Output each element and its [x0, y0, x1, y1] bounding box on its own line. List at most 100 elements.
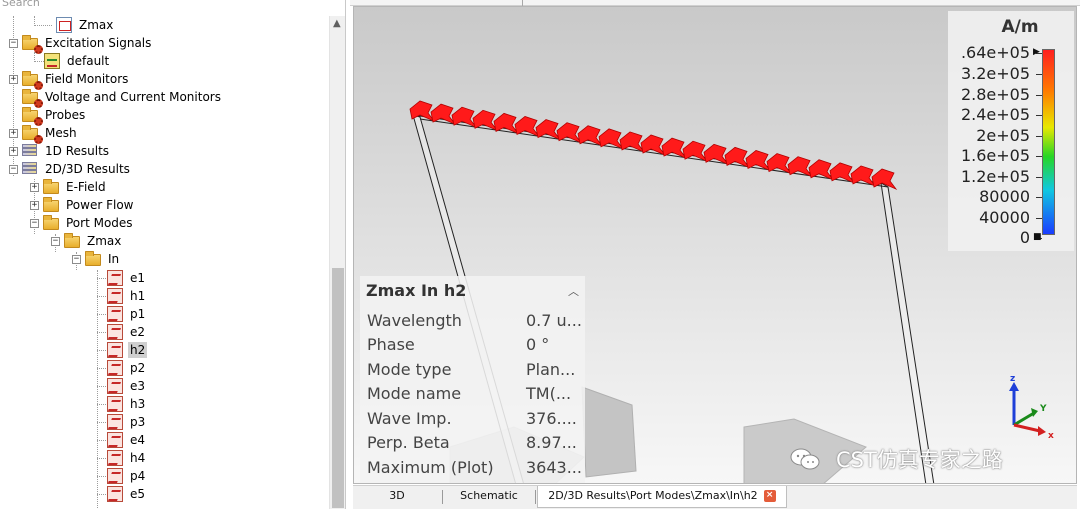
tree-item-e-field[interactable]: E-Field: [43, 178, 108, 196]
collapse-chevron-icon[interactable]: ︿: [568, 283, 579, 299]
folder-icon: [43, 179, 61, 195]
legend-tick: 1.2e+05: [960, 167, 1030, 186]
tree-item-excitation-signals[interactable]: Excitation Signals: [22, 34, 153, 54]
collapse-toggle[interactable]: −: [72, 255, 81, 264]
result-info-panel[interactable]: Zmax In h2 ︿ Wavelength 0.7 u... Phase 0…: [360, 276, 585, 483]
port-mode-icon: [107, 414, 125, 430]
collapse-toggle[interactable]: −: [9, 39, 18, 48]
tree-item-mode[interactable]: h3: [107, 395, 147, 413]
folder-icon: [43, 197, 61, 213]
tab-schematic[interactable]: Schematic: [445, 486, 533, 508]
close-tab-icon[interactable]: ×: [763, 490, 776, 502]
tree-item-port-modes[interactable]: Port Modes: [43, 214, 135, 232]
legend-tick: 80000: [979, 187, 1030, 206]
3d-viewport[interactable]: A/m .64e+05 3.2e+05 2.8e+05 2.4e+05 2e+0…: [353, 6, 1077, 484]
tree-item-mode[interactable]: e1: [107, 269, 147, 287]
field-arrow: [598, 128, 625, 150]
tree-item-1d-results[interactable]: 1D Results: [22, 142, 111, 160]
color-legend[interactable]: A/m .64e+05 3.2e+05 2.8e+05 2.4e+05 2e+0…: [948, 11, 1074, 251]
axis-x-label: x: [1048, 431, 1054, 439]
expand-toggle[interactable]: +: [30, 201, 39, 210]
field-arrow: [535, 119, 562, 141]
port-mode-icon: [107, 396, 125, 412]
folder-gear-icon: [22, 107, 43, 126]
legend-tick: .64e+05: [960, 43, 1030, 62]
tree-item-2d3d-results[interactable]: 2D/3D Results: [22, 160, 132, 178]
port-mode-icon: [107, 288, 125, 304]
watermark-text: CST仿真专家之路: [836, 448, 1003, 472]
expand-toggle[interactable]: +: [9, 147, 18, 156]
tree-item-power-flow[interactable]: Power Flow: [43, 196, 136, 214]
collapse-toggle[interactable]: −: [30, 219, 39, 228]
legend-tick: 0: [1019, 228, 1030, 247]
expand-toggle[interactable]: +: [9, 129, 18, 138]
tree-item-zmax[interactable]: Zmax: [64, 232, 123, 250]
navigation-tree: Zmax − Excitation Signals default + Fiel…: [0, 16, 330, 509]
field-arrow: [682, 140, 709, 163]
legend-tick: 40000: [979, 208, 1030, 227]
field-arrow: [472, 109, 499, 132]
field-arrow: [430, 103, 457, 126]
scroll-up-icon[interactable]: ▲: [333, 18, 341, 29]
field-arrow: [409, 100, 436, 122]
tree-item-mode[interactable]: e4: [107, 431, 147, 449]
max-marker-icon: ▶: [1033, 47, 1040, 57]
field-arrow: [787, 156, 814, 178]
tree-item-in[interactable]: In: [85, 250, 121, 268]
tree-item-field-monitors[interactable]: Field Monitors: [22, 70, 130, 90]
field-arrow: [640, 134, 667, 156]
tree-item-mode[interactable]: e2: [107, 323, 147, 341]
cst-window: Search Zmax − Excitation Signals default…: [0, 0, 1080, 509]
info-value: 8.97...: [526, 433, 577, 452]
expand-toggle[interactable]: +: [30, 183, 39, 192]
tree-item-mode[interactable]: p1: [107, 305, 147, 323]
field-arrow: [493, 112, 520, 135]
field-arrow: [451, 106, 478, 129]
scrollbar-thumb[interactable]: [332, 268, 344, 508]
field-arrow: [619, 131, 646, 153]
folder-gear-icon: [22, 71, 43, 90]
tree-item-mode[interactable]: p3: [107, 413, 147, 431]
collapse-toggle[interactable]: −: [51, 237, 60, 246]
tab-port-modes-result[interactable]: 2D/3D Results\Port Modes\Zmax\In\h2 ×: [537, 486, 787, 508]
tab-3d[interactable]: 3D: [353, 486, 441, 508]
expand-toggle[interactable]: +: [9, 75, 18, 84]
search-box[interactable]: Search: [0, 0, 345, 10]
info-key: Perp. Beta: [367, 433, 450, 452]
axis-z-label: z: [1010, 374, 1015, 384]
info-value: 0.7 u...: [526, 311, 582, 330]
folder-icon: [64, 233, 82, 249]
tree-item-mode[interactable]: h1: [107, 287, 147, 305]
field-arrow: [745, 150, 772, 172]
port-mode-icon: [107, 432, 125, 448]
tree-item-mode-selected[interactable]: h2: [107, 341, 148, 359]
tree-scrollbar[interactable]: ▲: [329, 16, 345, 509]
info-key: Mode name: [367, 384, 462, 403]
port-mode-icon: [107, 342, 125, 358]
axes-triad: z Y x: [1009, 374, 1054, 439]
port-mode-icon: [107, 468, 125, 484]
legend-tick: 1.6e+05: [960, 146, 1030, 165]
view-tab-bar: 3D Schematic 2D/3D Results\Port Modes\Zm…: [353, 485, 1077, 509]
field-arrow: [556, 122, 583, 144]
tree-item-zmax-top[interactable]: Zmax: [56, 16, 115, 34]
port-mode-icon: [107, 378, 125, 394]
tree-item-mode[interactable]: p2: [107, 359, 147, 377]
tree-item-mesh[interactable]: Mesh: [22, 124, 79, 144]
field-arrow: [808, 159, 835, 181]
tree-item-mode[interactable]: e5: [107, 485, 147, 503]
legend-tick: 2e+05: [976, 126, 1030, 145]
info-key: Phase: [367, 335, 415, 354]
info-value: 0 °: [526, 335, 550, 354]
tree-item-probes[interactable]: Probes: [22, 106, 87, 126]
results-stack-icon: [22, 161, 40, 177]
tree-item-mode[interactable]: h4: [107, 449, 147, 467]
legend-tick: 3.2e+05: [960, 64, 1030, 83]
tree-item-voltage-current-monitors[interactable]: Voltage and Current Monitors: [22, 88, 223, 108]
tree-item-default[interactable]: default: [44, 52, 111, 70]
tree-item-mode[interactable]: p4: [107, 467, 147, 485]
substrate-block: [581, 386, 637, 478]
tab-3d-label: 3D: [389, 489, 405, 502]
tree-item-mode[interactable]: e3: [107, 377, 147, 395]
collapse-toggle[interactable]: −: [9, 165, 18, 174]
